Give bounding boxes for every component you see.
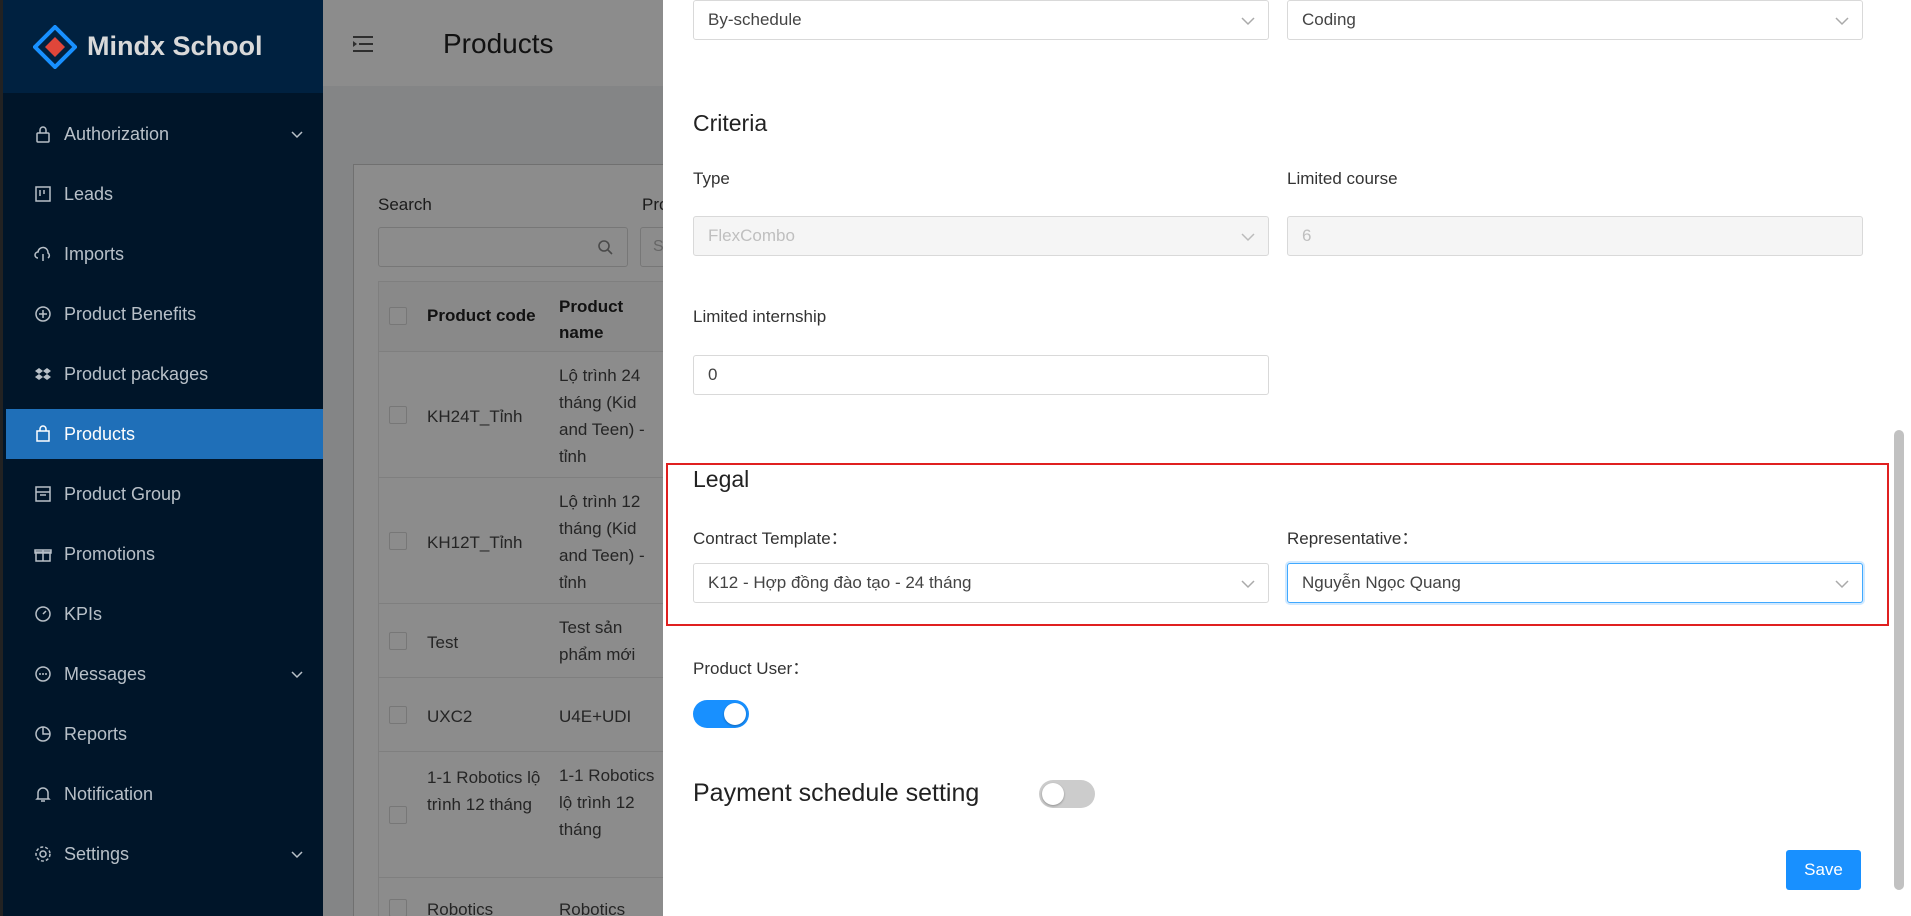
- modal-overlay[interactable]: [323, 0, 665, 916]
- sidebar-item-label: Product packages: [64, 363, 209, 384]
- sidebar-item-label: KPIs: [64, 603, 103, 624]
- chevron-down-icon: [1835, 17, 1849, 26]
- limited-internship-label: Limited internship: [693, 307, 827, 326]
- sidebar-item-products[interactable]: Products: [6, 409, 326, 459]
- sidebar-item-product-packages[interactable]: Product packages: [6, 349, 326, 399]
- sidebar-item-product-group[interactable]: Product Group: [6, 469, 326, 519]
- top-left-select[interactable]: By-schedule: [693, 0, 1269, 40]
- gear-icon: [34, 845, 52, 863]
- sidebar-item-label: Messages: [64, 663, 147, 684]
- product-user-label-text: Product User: [693, 659, 793, 678]
- contract-template-value: K12 - Hợp đồng đào tạo - 24 tháng: [708, 573, 972, 592]
- toggle-knob: [724, 703, 746, 725]
- sidebar-item-product-benefits[interactable]: Product Benefits: [6, 289, 326, 339]
- sidebar-item-label: Product Benefits: [64, 303, 197, 324]
- sidebar-item-reports[interactable]: Reports: [6, 709, 326, 759]
- chevron-down-icon: [290, 666, 304, 680]
- sidebar-item-label: Notification: [64, 783, 154, 804]
- representative-label: Representative：: [1287, 529, 1419, 548]
- logo-icon: [33, 24, 77, 69]
- sidebar-item-label: Imports: [64, 243, 125, 264]
- sidebar-item-settings[interactable]: Settings: [6, 829, 326, 879]
- limited-course-value: 6: [1302, 226, 1312, 245]
- product-drawer: By-schedule Coding Criteria Type Limited…: [663, 0, 1911, 916]
- gift-icon: [34, 545, 52, 563]
- lock-icon: [34, 125, 52, 143]
- message-icon: [34, 665, 52, 683]
- payment-schedule-toggle[interactable]: [1039, 780, 1095, 808]
- plus-circle-icon: [34, 305, 52, 323]
- pie-chart-icon: [34, 725, 52, 743]
- chevron-down-icon: [1241, 580, 1255, 589]
- limited-course-label: Limited course: [1287, 169, 1398, 188]
- logo-text: Mindx School: [87, 31, 263, 61]
- sidebar-item-label: Authorization: [64, 123, 170, 144]
- board-icon: [34, 185, 52, 203]
- representative-label-text: Representative: [1287, 529, 1402, 548]
- product-user-label: Product User：: [693, 659, 810, 678]
- contract-template-label-text: Contract Template: [693, 529, 831, 548]
- chevron-down-icon: [1241, 233, 1255, 242]
- payment-schedule-label: Payment schedule setting: [693, 779, 980, 807]
- chevron-down-icon: [1241, 17, 1255, 26]
- sidebar-item-messages[interactable]: Messages: [6, 649, 326, 699]
- type-select: FlexCombo: [693, 216, 1269, 256]
- sidebar-item-label: Products: [64, 423, 136, 444]
- cloud-upload-icon: [34, 245, 52, 263]
- limited-internship-input[interactable]: 0: [693, 355, 1269, 395]
- shopping-icon: [34, 425, 52, 443]
- sidebar-item-promotions[interactable]: Promotions: [6, 529, 326, 579]
- contract-template-select[interactable]: K12 - Hợp đồng đào tạo - 24 tháng: [693, 563, 1269, 603]
- sidebar-item-kpis[interactable]: KPIs: [6, 589, 326, 639]
- product-user-toggle[interactable]: [693, 700, 749, 728]
- sidebar-item-label: Reports: [64, 723, 128, 744]
- sidebar-item-label: Leads: [64, 183, 114, 204]
- save-button[interactable]: Save: [1786, 850, 1861, 890]
- group-icon: [34, 485, 52, 503]
- dropbox-icon: [34, 365, 52, 383]
- chevron-down-icon: [1835, 580, 1849, 589]
- criteria-title: Criteria: [693, 110, 768, 136]
- limited-course-input: 6: [1287, 216, 1863, 256]
- top-right-select-value: Coding: [1302, 10, 1356, 29]
- sidebar-item-label: Settings: [64, 843, 130, 864]
- sidebar-item-notification[interactable]: Notification: [6, 769, 326, 819]
- representative-value: Nguyễn Ngọc Quang: [1302, 573, 1461, 592]
- app-root: Mindx School Authorization Leads Imports Pr…: [0, 0, 1911, 916]
- bell-icon: [34, 785, 52, 803]
- contract-template-label: Contract Template：: [693, 529, 848, 548]
- chevron-down-icon: [290, 126, 304, 140]
- top-right-select[interactable]: Coding: [1287, 0, 1863, 40]
- sidebar: Mindx School Authorization Leads Imports Pr…: [0, 0, 326, 916]
- sidebar-item-authorization[interactable]: Authorization: [6, 109, 326, 159]
- sidebar-item-label: Product Group: [64, 483, 182, 504]
- top-left-select-value: By-schedule: [708, 10, 802, 29]
- limited-internship-value: 0: [708, 365, 718, 384]
- type-value: FlexCombo: [708, 226, 795, 245]
- sidebar-item-leads[interactable]: Leads: [6, 169, 326, 219]
- logo-area: Mindx School: [3, 0, 323, 93]
- legal-title: Legal: [693, 466, 750, 492]
- sidebar-item-imports[interactable]: Imports: [6, 229, 326, 279]
- sidebar-item-label: Promotions: [64, 543, 156, 564]
- representative-select[interactable]: Nguyễn Ngọc Quang: [1287, 563, 1863, 603]
- dashboard-icon: [34, 605, 52, 623]
- drawer-scrollbar[interactable]: [1894, 430, 1904, 890]
- type-label: Type: [693, 169, 730, 188]
- chevron-down-icon: [290, 846, 304, 860]
- toggle-knob: [1042, 783, 1064, 805]
